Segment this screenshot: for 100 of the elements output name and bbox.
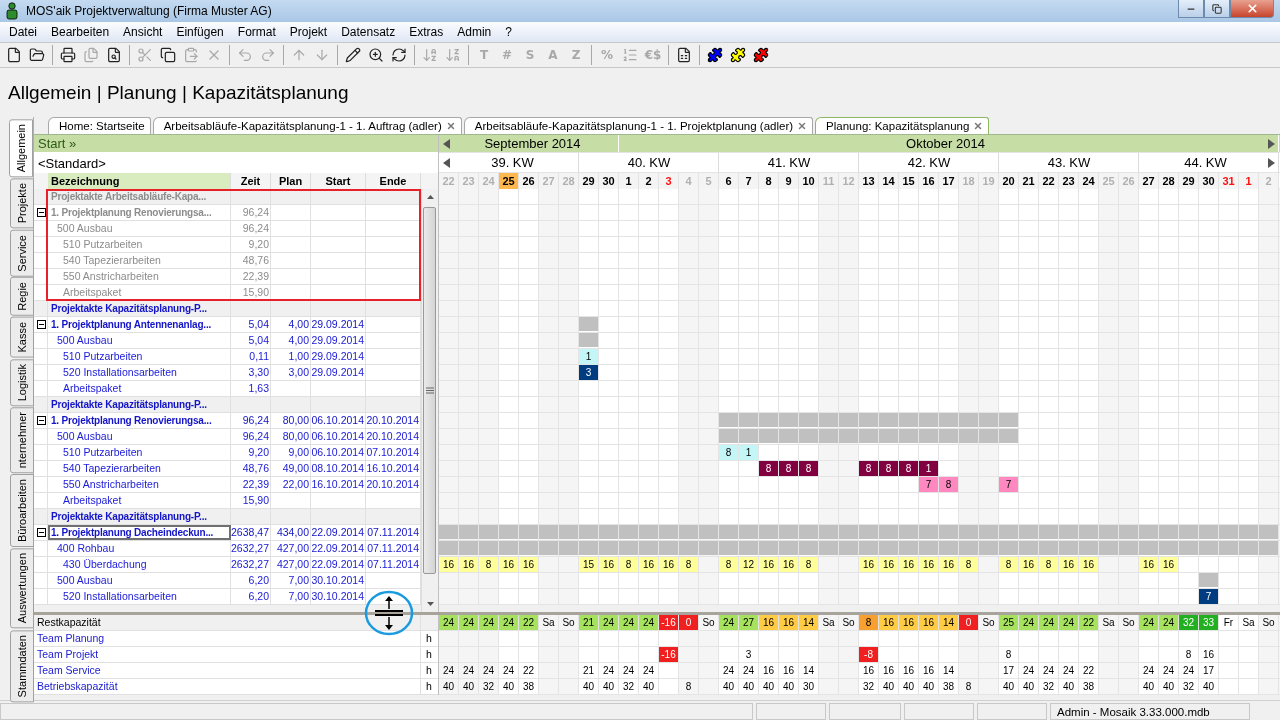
allocation-block[interactable] — [999, 525, 1018, 539]
task-name[interactable]: 500 Ausbau — [48, 573, 231, 588]
allocation-block[interactable] — [779, 525, 798, 539]
allocation-block[interactable]: 8 — [779, 461, 798, 476]
allocation-block[interactable]: 16 — [939, 557, 958, 572]
allocation-block[interactable] — [1259, 525, 1278, 539]
allocation-block[interactable] — [779, 413, 798, 427]
allocation-block[interactable]: 15 — [579, 557, 598, 572]
allocation-block[interactable] — [979, 429, 998, 443]
allocation-block[interactable] — [959, 429, 978, 443]
allocation-block[interactable] — [759, 525, 778, 539]
allocation-block[interactable]: 8 — [1039, 557, 1058, 572]
allocation-block[interactable] — [999, 541, 1018, 555]
previous-arrow-icon[interactable] — [443, 138, 450, 149]
project-title[interactable]: Projektakte Kapazitätsplanung-P... — [48, 509, 231, 524]
allocation-block[interactable]: 16 — [519, 557, 538, 572]
side-tab[interactable]: Büroarbeiten — [10, 474, 34, 548]
menu-item[interactable]: Bearbeiten — [44, 25, 117, 39]
allocation-block[interactable] — [1199, 525, 1218, 539]
allocation-block[interactable] — [1179, 541, 1198, 555]
allocation-block[interactable] — [679, 525, 698, 539]
allocation-block[interactable] — [739, 541, 758, 555]
allocation-block[interactable]: 12 — [739, 557, 758, 572]
allocation-block[interactable]: 16 — [599, 557, 618, 572]
allocation-block[interactable] — [1039, 541, 1058, 555]
allocation-block[interactable] — [1259, 541, 1278, 555]
task-name[interactable]: 540 Tapezierarbeiten — [48, 253, 231, 268]
allocation-block[interactable] — [859, 525, 878, 539]
allocation-block[interactable] — [719, 541, 738, 555]
close-icon[interactable] — [445, 121, 456, 131]
allocation-block[interactable] — [879, 541, 898, 555]
allocation-block[interactable] — [939, 413, 958, 427]
allocation-block[interactable] — [1159, 541, 1178, 555]
allocation-block[interactable] — [579, 541, 598, 555]
allocation-block[interactable] — [479, 541, 498, 555]
document-tab[interactable]: Arbeitsabläufe-Kapazitätsplanung-1 - 1. Auftrag (adler) — [152, 117, 462, 134]
close-icon[interactable] — [973, 121, 984, 131]
allocation-block[interactable] — [979, 541, 998, 555]
collapse-toggle-icon[interactable] — [36, 528, 46, 537]
table-row[interactable]: 400 Rohbau 2632,27 427,00 22.09.2014 07.11.2014 — [34, 541, 421, 557]
table-row[interactable]: 550 Anstricharbeiten 22,39 22,00 16.10.2014 20.10.2014 — [34, 477, 421, 493]
task-name[interactable]: 500 Ausbau — [48, 429, 231, 444]
allocation-block[interactable] — [859, 541, 878, 555]
task-name[interactable]: 500 Ausbau — [48, 333, 231, 348]
task-name[interactable]: 540 Tapezierarbeiten — [48, 461, 231, 476]
allocation-block[interactable]: 16 — [659, 557, 678, 572]
allocation-block[interactable]: 16 — [499, 557, 518, 572]
scroll-thumb[interactable] — [423, 207, 436, 574]
allocation-block[interactable] — [719, 413, 738, 427]
allocation-block[interactable] — [959, 413, 978, 427]
previous-arrow-icon[interactable] — [443, 157, 450, 168]
table-row[interactable]: 500 Ausbau 96,24 — [34, 221, 421, 237]
allocation-block[interactable] — [979, 525, 998, 539]
task-name[interactable]: 1. Projektplanung Renovierungsa... — [48, 413, 231, 428]
menu-item[interactable]: Datensatz — [334, 25, 403, 39]
allocation-block[interactable]: 1 — [919, 461, 938, 476]
allocation-block[interactable] — [619, 525, 638, 539]
document-tab[interactable]: Planung: Kapazitätsplanung — [815, 117, 990, 134]
task-name[interactable]: 520 Installationsarbeiten — [48, 365, 231, 380]
table-row[interactable]: Projektakte Kapazitätsplanung-P... — [34, 397, 421, 413]
allocation-block[interactable] — [999, 413, 1018, 427]
menu-item[interactable]: Datei — [2, 25, 44, 39]
close-icon[interactable] — [797, 121, 808, 131]
allocation-block[interactable]: 8 — [799, 461, 818, 476]
allocation-block[interactable] — [1119, 525, 1138, 539]
allocation-block[interactable] — [659, 525, 678, 539]
menu-item[interactable]: ? — [498, 25, 519, 39]
table-row[interactable]: 520 Installationsarbeiten 6,20 7,00 30.10.2014 — [34, 589, 421, 605]
table-row[interactable]: 500 Ausbau 5,04 4,00 29.09.2014 — [34, 333, 421, 349]
allocation-block[interactable] — [1079, 525, 1098, 539]
allocation-block[interactable] — [899, 429, 918, 443]
allocation-block[interactable] — [959, 525, 978, 539]
allocation-block[interactable]: 7 — [999, 477, 1018, 492]
allocation-block[interactable] — [799, 525, 818, 539]
allocation-block[interactable] — [639, 541, 658, 555]
side-tab[interactable]: Projekte — [10, 178, 34, 229]
table-row[interactable]: Projektakte Kapazitätsplanung-P... — [34, 301, 421, 317]
allocation-block[interactable]: 7 — [1199, 589, 1218, 604]
task-name[interactable]: 500 Ausbau — [48, 221, 231, 236]
allocation-block[interactable] — [559, 541, 578, 555]
allocation-block[interactable] — [499, 525, 518, 539]
allocation-block[interactable] — [1219, 525, 1238, 539]
menu-item[interactable]: Admin — [450, 25, 499, 39]
menu-item[interactable]: Ansicht — [116, 25, 170, 39]
allocation-block[interactable] — [839, 541, 858, 555]
allocation-block[interactable] — [819, 429, 838, 443]
allocation-block[interactable]: 8 — [719, 557, 738, 572]
allocation-block[interactable] — [919, 541, 938, 555]
allocation-block[interactable] — [779, 541, 798, 555]
allocation-block[interactable]: 16 — [919, 557, 938, 572]
scrollbar[interactable] — [421, 189, 437, 612]
table-row[interactable]: 540 Tapezierarbeiten 48,76 — [34, 253, 421, 269]
task-name[interactable]: 510 Putzarbeiten — [48, 237, 231, 252]
allocation-block[interactable]: 16 — [1079, 557, 1098, 572]
allocation-block[interactable] — [1139, 541, 1158, 555]
allocation-block[interactable] — [779, 429, 798, 443]
allocation-block[interactable] — [919, 525, 938, 539]
allocation-block[interactable] — [1039, 525, 1058, 539]
allocation-block[interactable] — [899, 413, 918, 427]
side-tab[interactable]: Regie — [10, 277, 34, 317]
